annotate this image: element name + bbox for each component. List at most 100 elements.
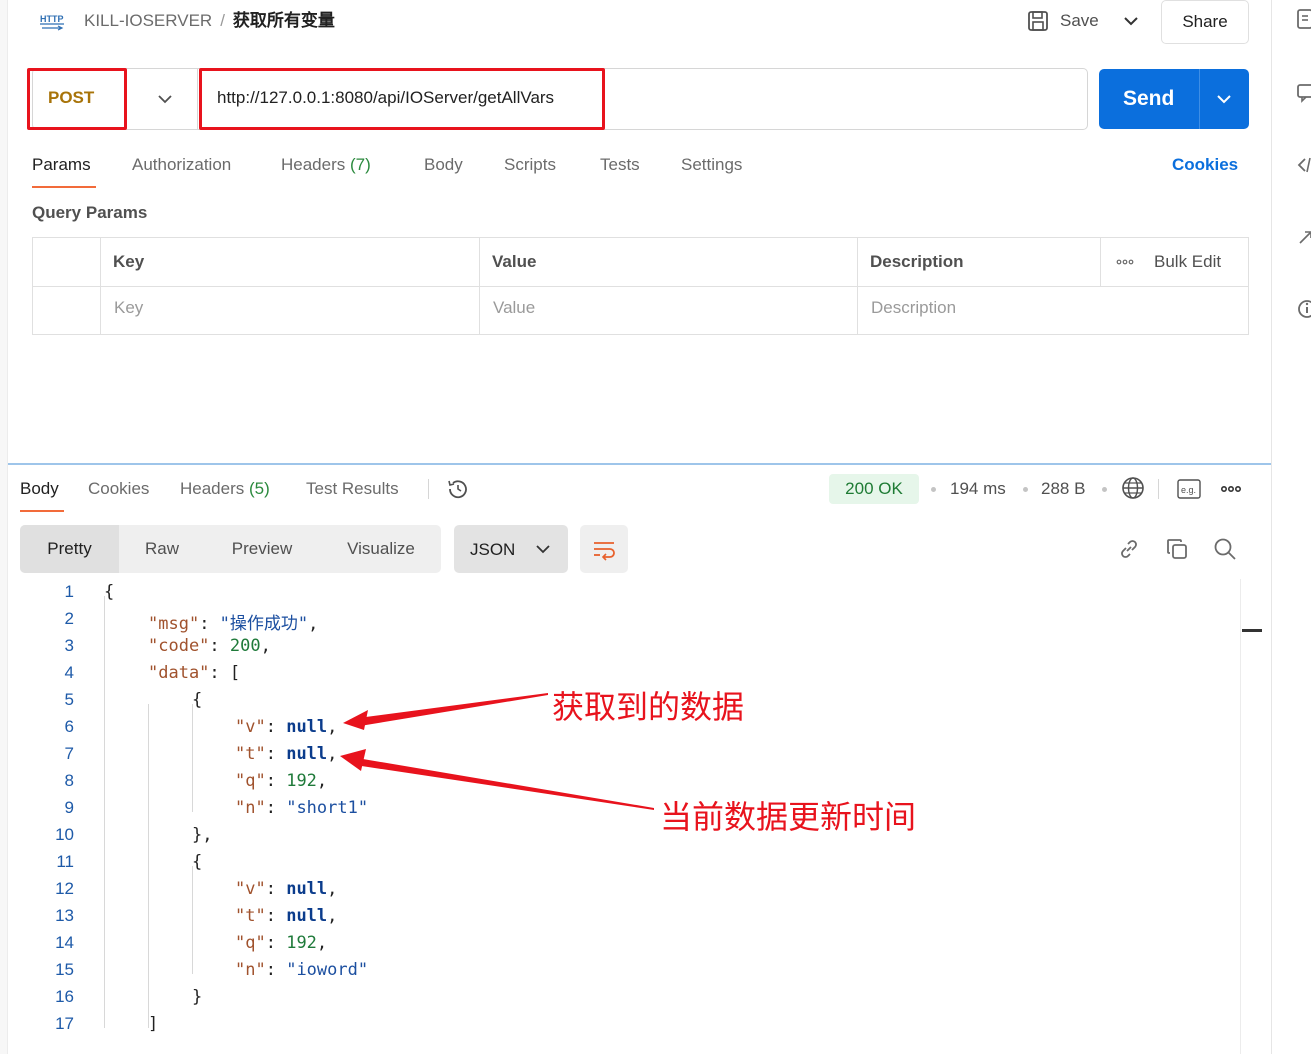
language-selector[interactable]: JSON	[454, 525, 568, 573]
table-col-divider	[1100, 238, 1101, 286]
postman-window: HTTP KILL-IOSERVER / 获取所有变量 Save Share POS…	[0, 0, 1311, 1054]
example-icon[interactable]: e.g.	[1177, 478, 1201, 500]
code-token: null	[286, 879, 328, 899]
code-token: "t"	[235, 744, 266, 764]
history-icon[interactable]	[446, 477, 470, 501]
code-scrollbar[interactable]	[1240, 579, 1262, 1054]
tab-headers-label: Headers	[281, 155, 346, 174]
breadcrumb-collection[interactable]: KILL-IOSERVER	[84, 11, 212, 30]
tab-headers[interactable]: Headers (7)	[281, 155, 371, 175]
description-input[interactable]: Description	[871, 298, 956, 318]
share-button[interactable]: Share	[1161, 0, 1249, 44]
method-chevron-down-icon[interactable]	[154, 88, 176, 110]
tab-settings[interactable]: Settings	[681, 155, 742, 175]
link-icon[interactable]	[1117, 537, 1141, 561]
tab-scripts[interactable]: Scripts	[504, 155, 556, 175]
bulk-edit-button[interactable]: Bulk Edit	[1154, 252, 1221, 272]
line-number: 6	[64, 717, 74, 736]
copy-icon[interactable]	[1165, 537, 1189, 561]
code-token: "data"	[148, 663, 210, 683]
response-tab-body[interactable]: Body	[20, 479, 59, 499]
save-options-chevron-down-icon[interactable]	[1120, 10, 1142, 32]
code-token: :	[265, 717, 287, 737]
code-line: {	[192, 690, 202, 710]
tab-body[interactable]: Body	[424, 155, 463, 175]
code-token: ,	[316, 771, 328, 791]
line-number: 14	[55, 933, 74, 952]
value-input[interactable]: Value	[493, 298, 535, 318]
annotation-time-label: 当前数据更新时间	[660, 798, 917, 836]
code-token: "short1"	[286, 798, 369, 818]
code-token: "ioword"	[286, 960, 369, 980]
code-token: "q"	[235, 933, 266, 953]
method-url-divider	[197, 69, 198, 129]
info-icon[interactable]	[1296, 298, 1311, 320]
tab-tests[interactable]: Tests	[600, 155, 640, 175]
send-button[interactable]: Send	[1099, 69, 1249, 129]
indent-guide	[104, 596, 105, 1028]
globe-icon[interactable]	[1121, 476, 1145, 500]
send-options-chevron-down-icon[interactable]	[1213, 88, 1235, 110]
svg-text:e.g.: e.g.	[1181, 485, 1196, 495]
save-button[interactable]: Save	[1026, 6, 1099, 36]
send-divider	[1199, 69, 1200, 129]
documentation-icon[interactable]	[1296, 8, 1311, 30]
response-body-code[interactable]: 1 2 3 4 5 6 7 8 9 10 11 12 13 14 15 16 17{"msg": "操作成功",…	[0, 579, 1240, 1054]
key-input[interactable]: Key	[114, 298, 143, 318]
code-line: "data": [	[148, 663, 240, 683]
code-line: "q": 192,	[235, 771, 327, 791]
code-token: : [	[209, 663, 241, 683]
annotation-box-method	[27, 68, 127, 130]
scrollbar-marker	[1242, 629, 1262, 632]
mode-pretty[interactable]: Pretty	[20, 525, 119, 573]
meta-separator-dot	[1102, 487, 1107, 492]
mode-raw[interactable]: Raw	[126, 525, 198, 573]
code-token: ,	[327, 879, 338, 899]
code-line: {	[192, 852, 202, 872]
code-token: "code"	[148, 636, 210, 656]
more-options-icon[interactable]	[1114, 254, 1136, 270]
code-token: :	[265, 771, 287, 791]
response-tab-body-underline	[20, 510, 64, 512]
code-token: "v"	[235, 717, 266, 737]
code-line: },	[192, 825, 212, 845]
code-line: "v": null,	[235, 717, 337, 737]
send-label: Send	[1123, 87, 1175, 110]
mode-preview[interactable]: Preview	[214, 525, 310, 573]
meta-separator-dot	[931, 487, 936, 492]
more-options-icon[interactable]	[1219, 480, 1243, 498]
line-number: 16	[55, 987, 74, 1006]
tab-authorization[interactable]: Authorization	[132, 155, 231, 175]
code-token: "操作成功"	[219, 614, 309, 634]
code-icon[interactable]	[1296, 154, 1311, 176]
line-number: 10	[55, 825, 74, 844]
related-icon[interactable]	[1296, 226, 1311, 248]
code-token: {	[104, 582, 115, 602]
code-line: "msg": "操作成功",	[148, 609, 318, 634]
chevron-down-icon	[536, 545, 550, 554]
save-label: Save	[1060, 11, 1099, 30]
search-icon[interactable]	[1213, 537, 1237, 561]
cookies-link[interactable]: Cookies	[1172, 155, 1238, 175]
response-tab-test-results[interactable]: Test Results	[306, 479, 399, 499]
request-name[interactable]: 获取所有变量	[233, 11, 335, 30]
code-token: ,	[327, 717, 338, 737]
wrap-lines-button[interactable]	[580, 525, 628, 573]
line-number: 12	[55, 879, 74, 898]
response-tab-cookies[interactable]: Cookies	[88, 479, 149, 499]
code-token: 192	[286, 771, 317, 791]
http-badge-text: HTTP	[40, 14, 64, 24]
table-col-divider	[857, 238, 858, 334]
response-size[interactable]: 288 B	[1041, 479, 1085, 499]
right-sidebar-rail	[1271, 0, 1311, 1054]
line-number: 9	[64, 798, 74, 817]
response-time[interactable]: 194 ms	[950, 479, 1006, 499]
tab-params[interactable]: Params	[32, 155, 91, 175]
mode-visualize[interactable]: Visualize	[330, 525, 432, 573]
response-tab-headers[interactable]: Headers (5)	[180, 479, 270, 499]
comments-icon[interactable]	[1296, 82, 1311, 104]
query-params-title: Query Params	[32, 203, 148, 222]
response-pane-divider[interactable]	[8, 463, 1271, 465]
status-badge[interactable]: 200 OK	[829, 474, 919, 504]
code-line: "code": 200,	[148, 636, 271, 656]
